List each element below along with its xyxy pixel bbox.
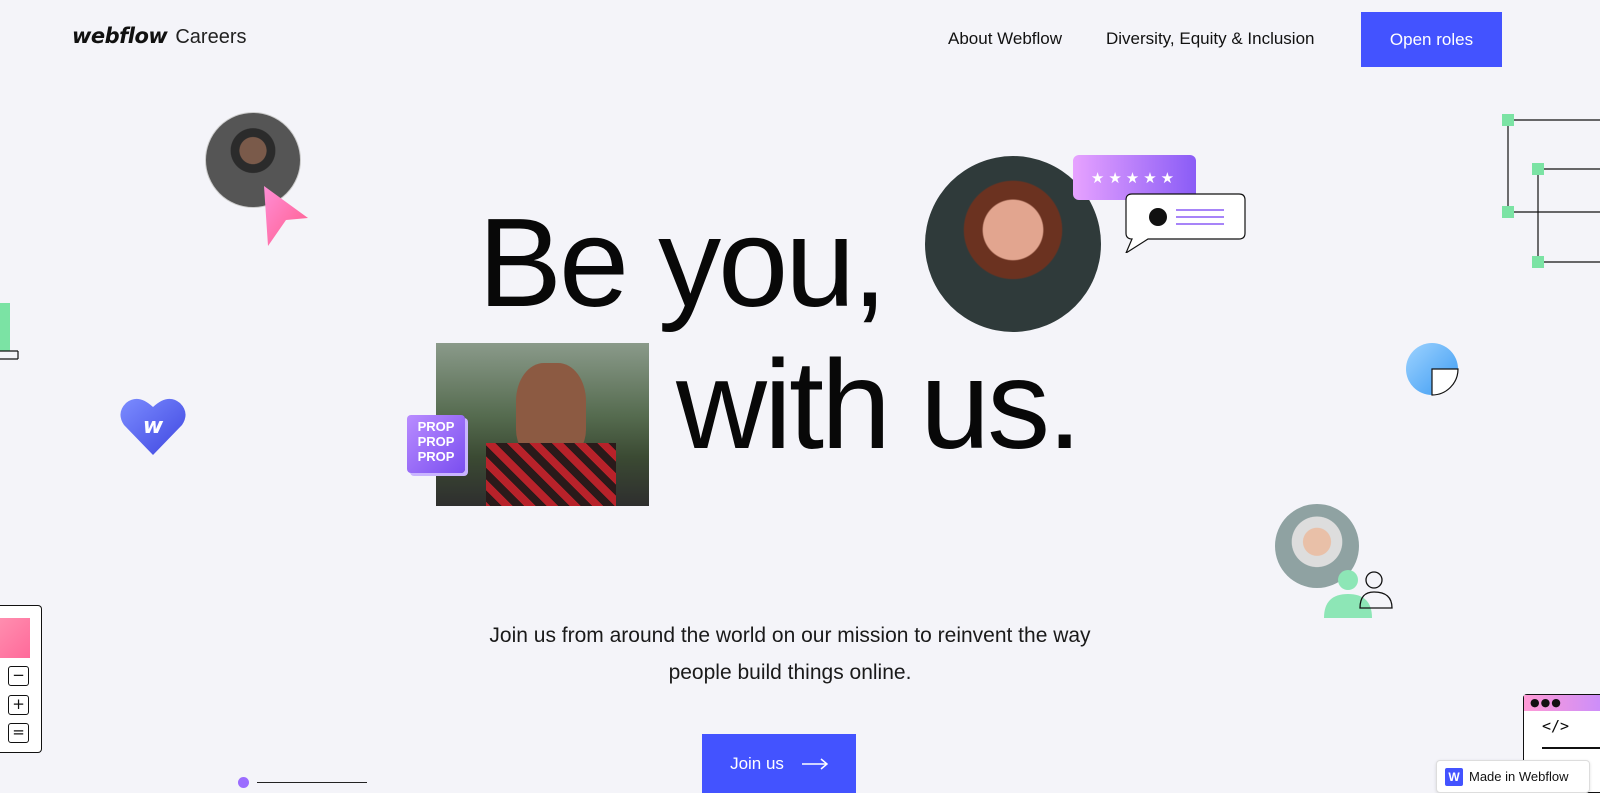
progress-dot: [238, 777, 249, 788]
team-member-photo: [436, 343, 649, 506]
arrow-right-icon: [801, 757, 828, 770]
code-icon: </>: [1542, 717, 1570, 735]
progress-line: [257, 782, 367, 783]
flow-diagram-icon: [1502, 114, 1600, 268]
logo[interactable]: webflow Careers: [72, 24, 246, 49]
webflow-logo-icon: W: [1445, 767, 1463, 786]
headline-line-2: with us.: [676, 334, 1082, 475]
heart-letter: w: [143, 414, 164, 439]
join-us-label: Join us: [730, 753, 784, 773]
prop-tag: PROP PROP PROP: [407, 415, 465, 473]
plus-icon: +: [8, 695, 29, 715]
made-in-webflow-badge[interactable]: W Made in Webflow: [1436, 760, 1590, 793]
calculator-widget: − + =: [0, 605, 42, 753]
window-dots-icon: ●●●: [1530, 696, 1562, 709]
minus-icon: −: [8, 666, 29, 686]
open-roles-button[interactable]: Open roles: [1361, 12, 1502, 67]
equals-icon: =: [8, 723, 29, 743]
heart-logo-icon: w: [120, 398, 186, 455]
chat-bubble-icon: [1125, 193, 1246, 253]
user-icon: [1324, 570, 1393, 618]
nav-link-dei[interactable]: Diversity, Equity & Inclusion: [1106, 29, 1314, 49]
join-us-button[interactable]: Join us: [702, 734, 856, 793]
hero-subtext: Join us from around the world on our mis…: [489, 624, 1091, 684]
device-icon: [0, 303, 19, 360]
headline-line-1: Be you,: [478, 192, 887, 333]
logo-wordmark: webflow: [72, 24, 168, 48]
logo-suffix: Careers: [175, 26, 247, 48]
top-navigation: webflow Careers About Webflow Diversity,…: [0, 0, 1600, 78]
cursor-icon: [264, 186, 308, 246]
badge-label: Made in Webflow: [1469, 769, 1569, 784]
nav-link-about[interactable]: About Webflow: [948, 29, 1062, 49]
calculator-display: [0, 618, 30, 658]
pie-chart-icon: [1406, 343, 1459, 396]
code-line: [1542, 747, 1600, 749]
code-window-titlebar: ●●●: [1524, 695, 1600, 711]
